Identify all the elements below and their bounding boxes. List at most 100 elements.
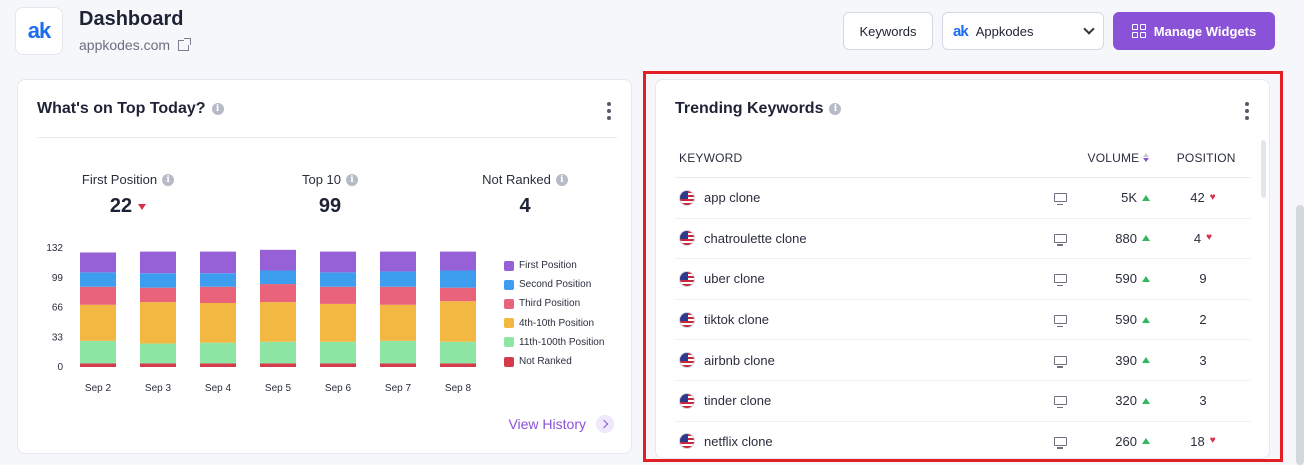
bar-segment[interactable] (440, 301, 476, 342)
bar-segment[interactable] (320, 363, 356, 367)
column-volume[interactable]: VOLUME (1049, 151, 1162, 165)
view-history-label: View History (508, 416, 586, 432)
bar-segment[interactable] (80, 286, 116, 305)
bar-segment[interactable] (380, 363, 416, 367)
column-keyword[interactable]: KEYWORD (675, 151, 1011, 165)
bar-segment[interactable] (320, 272, 356, 287)
bar-segment[interactable] (80, 272, 116, 287)
bar-segment[interactable] (260, 363, 296, 367)
chart-legend: First Position Second Position Third Posit… (504, 256, 604, 371)
legend-swatch (504, 279, 514, 290)
position-value: 4 (1193, 230, 1202, 246)
logo-text: ak (27, 18, 52, 43)
bar-segment[interactable] (260, 302, 296, 342)
desktop-icon (1053, 396, 1067, 409)
bar-segment[interactable] (200, 251, 236, 274)
bar-segment[interactable] (140, 273, 176, 288)
bar-segment[interactable] (380, 286, 416, 305)
bar-segment[interactable] (140, 287, 176, 303)
project-select[interactable]: ak Appkodes (942, 12, 1104, 50)
keywords-button[interactable]: Keywords (843, 12, 933, 50)
view-history-link[interactable]: View History (508, 415, 614, 433)
trend-down-icon: ♥ (1209, 435, 1216, 447)
table-header: KEYWORD VOLUME POSITION (675, 138, 1251, 178)
bar-segment[interactable] (140, 343, 176, 364)
page-scrollbar[interactable] (1296, 205, 1304, 465)
keyword-cell: tinder clone (675, 392, 1035, 409)
bar-segment[interactable] (140, 302, 176, 344)
more-options-icon[interactable] (1245, 102, 1249, 120)
bar-segment[interactable] (440, 270, 476, 288)
bar-segment[interactable] (260, 284, 296, 303)
desktop-icon (1053, 355, 1067, 368)
table-row[interactable]: airbnb clone 390 3 (675, 340, 1251, 381)
keyword-cell: netflix clone (675, 433, 1035, 450)
site-link[interactable]: appkodes.com (79, 37, 192, 53)
keyword-text: tinder clone (704, 393, 772, 409)
legend-item[interactable]: 11th-100th Position (504, 333, 604, 352)
column-position[interactable]: POSITION (1161, 151, 1251, 165)
bar-segment[interactable] (320, 341, 356, 364)
x-tick-label: Sep 7 (385, 383, 412, 394)
project-logo-icon: ak (953, 22, 969, 40)
bar-segment[interactable] (140, 363, 176, 367)
bar-segment[interactable] (380, 340, 416, 364)
external-link-icon[interactable] (178, 37, 192, 51)
device-cell (1035, 396, 1085, 409)
trend-up-icon (1142, 194, 1150, 201)
bar-segment[interactable] (200, 273, 236, 287)
legend-swatch (504, 337, 514, 348)
bar-segment[interactable] (380, 251, 416, 272)
sort-icon[interactable] (1143, 153, 1150, 162)
position-cell: 9 (1155, 271, 1251, 286)
bar-segment[interactable] (440, 251, 476, 271)
page-title: Dashboard (79, 8, 184, 30)
keyword-text: chatroulette clone (704, 230, 807, 246)
bar-segment[interactable] (260, 249, 296, 271)
keyword-text: app clone (704, 190, 761, 206)
manage-widgets-button[interactable]: Manage Widgets (1113, 12, 1275, 50)
legend-item[interactable]: Second Position (504, 275, 604, 294)
bar-segment[interactable] (80, 363, 116, 367)
position-cell: 42 ♥ (1155, 190, 1251, 205)
table-row[interactable]: app clone 5K 42 ♥ (675, 178, 1251, 219)
table-row[interactable]: uber clone 590 9 (675, 259, 1251, 300)
bar-segment[interactable] (380, 271, 416, 287)
bar-segment[interactable] (380, 304, 416, 341)
table-row[interactable]: chatroulette clone 880 4 ♥ (675, 219, 1251, 260)
y-tick-label: 0 (57, 362, 63, 373)
bar-segment[interactable] (200, 342, 236, 364)
position-cell: 3 (1155, 353, 1251, 368)
legend-item[interactable]: Not Ranked (504, 352, 604, 371)
bar-segment[interactable] (320, 251, 356, 273)
volume-value: 590 (1115, 312, 1137, 328)
bar-segment[interactable] (80, 340, 116, 364)
table-row[interactable]: netflix clone 260 18 ♥ (675, 422, 1251, 463)
table-row[interactable]: tinder clone 320 3 (675, 381, 1251, 422)
table-row[interactable]: tiktok clone 590 2 (675, 300, 1251, 341)
bar-segment[interactable] (80, 252, 116, 273)
keyword-cell: uber clone (675, 270, 1035, 287)
bar-segment[interactable] (320, 286, 356, 304)
trend-up-icon (1142, 438, 1150, 445)
bar-segment[interactable] (260, 341, 296, 364)
bar-segment[interactable] (320, 303, 356, 342)
bar-segment[interactable] (200, 363, 236, 367)
legend-item[interactable]: First Position (504, 256, 604, 275)
brand-logo[interactable]: ak (15, 7, 63, 55)
bar-segment[interactable] (140, 251, 176, 274)
bar-segment[interactable] (440, 341, 476, 364)
legend-item[interactable]: 4th-10th Position (504, 314, 604, 333)
bar-segment[interactable] (80, 304, 116, 341)
x-tick-label: Sep 6 (325, 383, 352, 394)
bar-segment[interactable] (440, 287, 476, 302)
legend-item[interactable]: Third Position (504, 294, 604, 313)
table-scrollbar[interactable] (1261, 140, 1266, 198)
bar-segment[interactable] (440, 363, 476, 367)
bar-segment[interactable] (200, 286, 236, 303)
bar-segment[interactable] (260, 270, 296, 285)
chevron-right-icon (596, 415, 614, 433)
device-cell (1035, 355, 1085, 368)
info-icon[interactable]: i (829, 103, 842, 115)
bar-segment[interactable] (200, 302, 236, 343)
